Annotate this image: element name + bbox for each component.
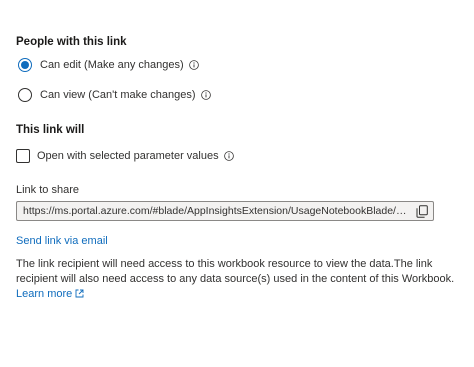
link-to-share-label: Link to share [16,184,79,196]
can-edit-radio[interactable] [18,58,32,72]
can-edit-radio-option[interactable]: Can edit (Make any changes) [18,56,199,74]
parameter-values-checkbox[interactable] [16,149,30,163]
send-link-via-email[interactable]: Send link via email [16,235,108,247]
share-link-field[interactable]: https://ms.portal.azure.com/#blade/AppIn… [16,201,434,221]
info-icon[interactable] [188,60,199,70]
this-link-will-heading: This link will [16,124,85,136]
parameter-values-checkbox-option[interactable]: Open with selected parameter values [16,147,234,165]
radio-selected-dot [21,61,29,69]
can-view-radio-option[interactable]: Can view (Can't make changes) [18,86,211,104]
can-edit-label: Can edit (Make any changes) [40,59,184,71]
copy-link-button[interactable] [411,202,433,220]
can-view-radio[interactable] [18,88,32,102]
share-link-value[interactable]: https://ms.portal.azure.com/#blade/AppIn… [17,205,411,217]
access-note: The link recipient will need access to t… [16,257,468,302]
info-icon[interactable] [223,151,234,161]
learn-more-link[interactable]: Learn more [16,288,84,300]
can-view-label: Can view (Can't make changes) [40,89,196,101]
copy-icon [416,204,428,218]
info-icon[interactable] [200,90,211,100]
people-with-link-heading: People with this link [16,36,127,48]
parameter-values-label: Open with selected parameter values [37,150,219,162]
external-link-icon [75,289,84,298]
learn-more-label[interactable]: Learn more [16,288,72,300]
access-note-text: The link recipient will need access to t… [16,258,455,285]
